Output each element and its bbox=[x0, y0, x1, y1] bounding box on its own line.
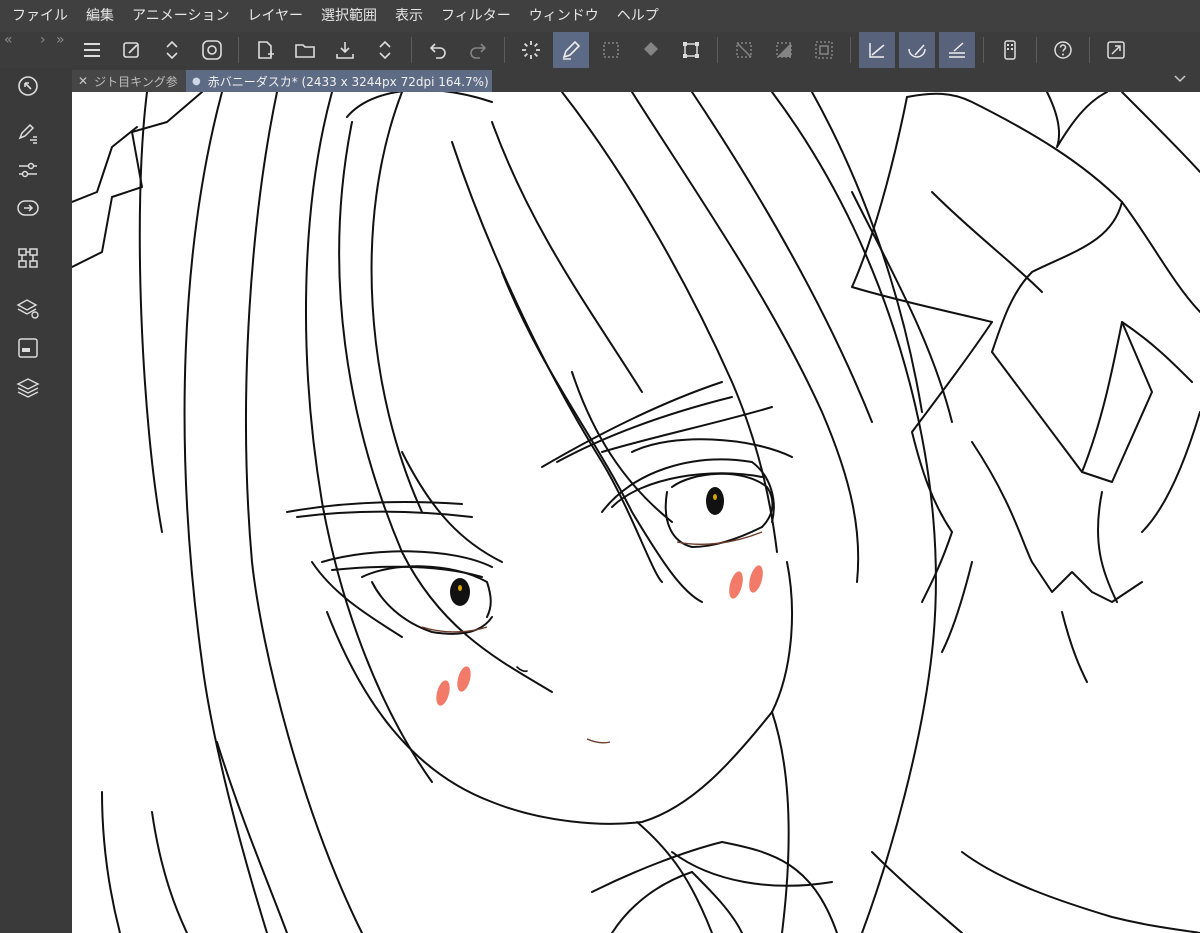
menu-help[interactable]: ヘルプ bbox=[609, 0, 669, 32]
toolbar-divider bbox=[1089, 37, 1090, 63]
curve-correct-icon[interactable] bbox=[899, 32, 935, 68]
zoom-icon[interactable] bbox=[14, 72, 42, 100]
toolbar-divider bbox=[1036, 37, 1037, 63]
save-icon[interactable] bbox=[327, 32, 363, 68]
ruler-icon[interactable] bbox=[939, 32, 975, 68]
new-canvas-icon[interactable] bbox=[114, 32, 150, 68]
lineart-illustration bbox=[72, 92, 1200, 933]
menu-window[interactable]: ウィンドウ bbox=[521, 0, 609, 32]
adjust-icon[interactable] bbox=[14, 156, 42, 184]
chevron-updown-icon[interactable] bbox=[154, 32, 190, 68]
material-icon[interactable] bbox=[14, 244, 42, 272]
tab-document[interactable]: ✕ ジト目キング参 bbox=[72, 70, 186, 92]
menu-layer[interactable]: レイヤー bbox=[239, 0, 313, 32]
chevron-updown-icon[interactable] bbox=[367, 32, 403, 68]
sub-view-icon[interactable] bbox=[14, 334, 42, 362]
tab-list-chevron-icon[interactable] bbox=[1172, 71, 1188, 87]
selection-icon[interactable] bbox=[593, 32, 629, 68]
brush-tool-icon[interactable] bbox=[14, 118, 42, 146]
invert-icon[interactable] bbox=[766, 32, 802, 68]
menu-view[interactable]: 表示 bbox=[387, 0, 433, 32]
clip-studio-icon[interactable] bbox=[194, 32, 230, 68]
transform-icon[interactable] bbox=[673, 32, 709, 68]
pupils bbox=[450, 487, 724, 606]
layer-property-icon[interactable] bbox=[14, 294, 42, 322]
pen-icon[interactable] bbox=[553, 32, 589, 68]
toolbar-divider bbox=[717, 37, 718, 63]
command-bar: « › » bbox=[0, 32, 1200, 68]
menu-animation[interactable]: アニメーション bbox=[124, 0, 239, 32]
deselect-icon[interactable] bbox=[726, 32, 762, 68]
fullscreen-icon[interactable] bbox=[1098, 32, 1134, 68]
open-folder-icon[interactable] bbox=[287, 32, 323, 68]
redo-icon[interactable] bbox=[460, 32, 496, 68]
toolbar-divider bbox=[983, 37, 984, 63]
device-icon[interactable] bbox=[992, 32, 1028, 68]
layers-icon[interactable] bbox=[14, 374, 42, 402]
toolbar-divider bbox=[411, 37, 412, 63]
undo-icon[interactable] bbox=[420, 32, 456, 68]
tab-document-active[interactable]: ● 赤バニーダスカ* (2433 x 3244px 72dpi 164.7%) bbox=[186, 70, 492, 92]
toolbar-divider bbox=[238, 37, 239, 63]
arrow-right-icon[interactable]: › bbox=[40, 32, 46, 48]
modified-dot-icon: ● bbox=[192, 75, 201, 87]
dock-collapse-controls: « › » bbox=[0, 32, 72, 68]
border-icon[interactable] bbox=[806, 32, 842, 68]
drawing-canvas[interactable] bbox=[72, 92, 1200, 933]
collapse-left-icon[interactable]: « bbox=[4, 32, 13, 48]
collapse-right-icon[interactable]: » bbox=[56, 32, 65, 48]
navigator-icon[interactable] bbox=[14, 194, 42, 222]
menu-file[interactable]: ファイル bbox=[4, 0, 78, 32]
menu-edit[interactable]: 編集 bbox=[78, 0, 124, 32]
tab-label: ジト目キング参 bbox=[94, 74, 178, 89]
menu-filter[interactable]: フィルター bbox=[433, 0, 521, 32]
toolbar-divider bbox=[850, 37, 851, 63]
left-tool-palette bbox=[0, 68, 72, 933]
line-correct-icon[interactable] bbox=[859, 32, 895, 68]
close-icon[interactable]: ✕ bbox=[78, 74, 88, 88]
fill-icon[interactable] bbox=[633, 32, 669, 68]
toolbar-divider bbox=[504, 37, 505, 63]
help-icon[interactable] bbox=[1045, 32, 1081, 68]
menu-selection[interactable]: 選択範囲 bbox=[313, 0, 387, 32]
tab-label: 赤バニーダスカ* (2433 x 3244px 72dpi 164.7%) bbox=[207, 74, 489, 89]
menu-icon[interactable] bbox=[74, 32, 110, 68]
blush-marks bbox=[436, 565, 763, 706]
new-file-icon[interactable] bbox=[247, 32, 283, 68]
canvas-tab-bar: ✕ ジト目キング参 ● 赤バニーダスカ* (2433 x 3244px 72dp… bbox=[72, 68, 1200, 92]
menu-bar: ファイル 編集 アニメーション レイヤー 選択範囲 表示 フィルター ウィンドウ… bbox=[0, 0, 1200, 32]
loading-icon[interactable] bbox=[513, 32, 549, 68]
